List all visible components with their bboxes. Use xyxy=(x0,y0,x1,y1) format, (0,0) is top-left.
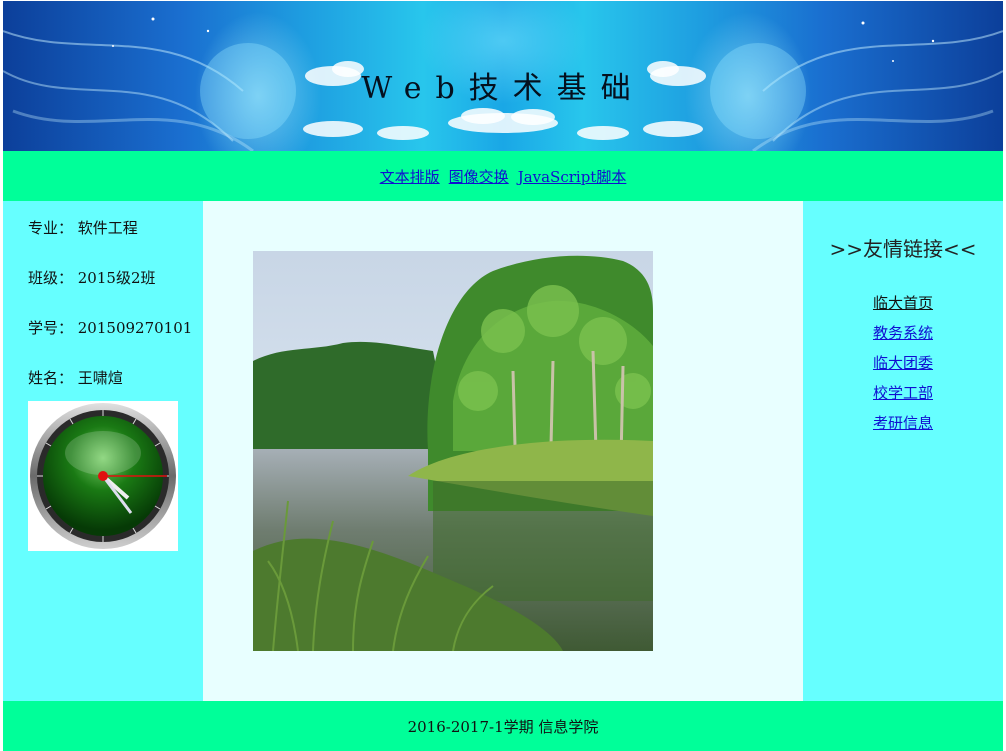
major-info: 专业： 软件工程 xyxy=(28,219,138,237)
nav-link-javascript[interactable]: JavaScript脚本 xyxy=(518,166,627,187)
header-banner: Web技术基础 xyxy=(3,1,1003,151)
analog-clock-widget xyxy=(28,401,178,551)
friend-links-title: >>友情链接<< xyxy=(829,237,977,261)
link-lyu-home[interactable]: 临大首页 xyxy=(873,294,933,312)
nav-link-text-layout[interactable]: 文本排版 xyxy=(380,166,440,187)
right-sidebar: >>友情链接<< 临大首页 教务系统 临大团委 校学工部 考研信息 xyxy=(803,201,1003,701)
footer-text: 2016-2017-1学期 信息学院 xyxy=(407,717,599,736)
lake-forest-photo xyxy=(253,251,653,651)
student-id-info: 学号： 201509270101 xyxy=(28,319,193,337)
link-graduate-exam[interactable]: 考研信息 xyxy=(873,414,933,432)
link-student-affairs[interactable]: 校学工部 xyxy=(873,384,933,402)
footer: 2016-2017-1学期 信息学院 xyxy=(3,701,1003,751)
name-info: 姓名： 王啸煊 xyxy=(28,369,123,387)
nav-link-image-swap[interactable]: 图像交换 xyxy=(449,166,509,187)
link-academic-system[interactable]: 教务系统 xyxy=(873,324,933,342)
top-nav: 文本排版 图像交换 JavaScript脚本 xyxy=(3,151,1003,201)
left-sidebar: 专业： 软件工程 班级： 2015级2班 学号： 201509270101 姓名… xyxy=(3,201,203,701)
main-content xyxy=(203,201,803,701)
site-title: Web技术基础 xyxy=(361,71,645,106)
page: Web技术基础 文本排版 图像交换 JavaScript脚本 专业： 软件工程 … xyxy=(3,1,1003,751)
link-youth-league[interactable]: 临大团委 xyxy=(873,354,933,372)
class-info: 班级： 2015级2班 xyxy=(28,269,156,287)
